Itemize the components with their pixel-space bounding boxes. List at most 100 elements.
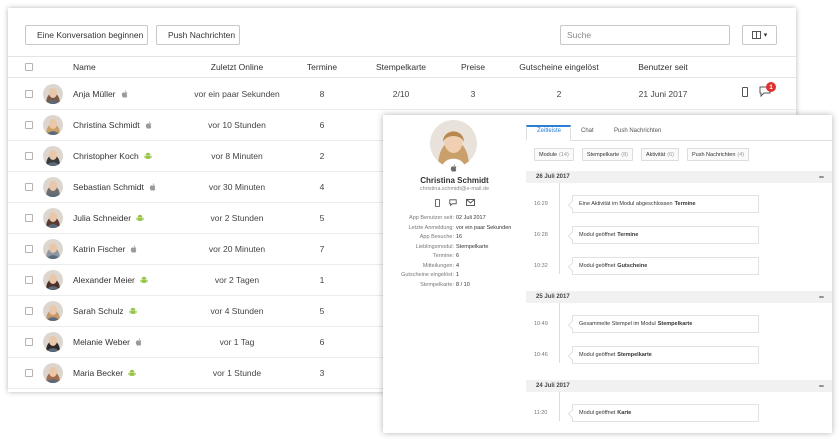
info-key: Lieblingsmodul: xyxy=(415,243,454,250)
timeline-day-header[interactable]: 25 Juli 2017 − xyxy=(526,291,832,303)
avatar xyxy=(43,301,63,321)
apple-icon xyxy=(450,164,457,172)
profile-info-list: App Benutzer seit: 02 Juli 2017 Letzte Anm… xyxy=(383,215,526,291)
profile-actions xyxy=(435,199,475,207)
filter-chip[interactable]: Push Nachrichten (4) xyxy=(686,148,750,161)
os-indicator xyxy=(128,369,136,379)
filter-count: (4) xyxy=(737,151,745,158)
collapse-icon[interactable]: − xyxy=(819,381,824,391)
os-indicator xyxy=(149,183,156,193)
profile-info-row: Letzte Anmeldung: vor ein paar Sekunden xyxy=(383,225,526,235)
header-user-since[interactable]: Benutzer seit xyxy=(638,62,688,72)
event-text: Modul geöffnet xyxy=(579,232,616,238)
last-online-cell: vor 2 Stunden xyxy=(210,213,264,223)
appointments-cell: 6 xyxy=(319,337,325,347)
tab-chat[interactable]: Chat xyxy=(581,128,594,134)
last-online-cell: vor 20 Minuten xyxy=(208,244,266,254)
event-module: Termine xyxy=(617,232,639,238)
collapse-icon[interactable]: − xyxy=(819,172,824,182)
user-name-cell[interactable]: Anja Müller xyxy=(73,89,128,100)
profile-info-row: App Benutzer seit: 02 Juli 2017 xyxy=(383,215,526,225)
event-module: Stempelkarte xyxy=(617,352,652,358)
start-conversation-button[interactable]: Eine Konversation beginnen xyxy=(25,25,148,45)
user-name[interactable]: Christina Schmidt xyxy=(73,120,140,130)
phone-icon[interactable] xyxy=(435,199,440,207)
user-name[interactable]: Katrin Fischer xyxy=(73,244,125,254)
row-checkbox[interactable] xyxy=(25,276,33,284)
appointments-cell: 1 xyxy=(319,275,325,285)
appointments-cell: 8 xyxy=(319,89,325,99)
user-name-cell[interactable]: Sebastian Schmidt xyxy=(73,182,156,193)
collapse-icon[interactable]: − xyxy=(819,292,824,302)
timeline-filters: Module (14) Stempelkarte (8) Aktivität (6) Pus… xyxy=(534,148,750,161)
event-text: Gesammelte Stempel im Modul xyxy=(579,321,656,327)
user-name-cell[interactable]: Katrin Fischer xyxy=(73,244,137,255)
row-checkbox[interactable] xyxy=(25,121,33,129)
os-indicator xyxy=(140,276,148,286)
info-key: App Benutzer seit: xyxy=(409,215,454,221)
filter-chip[interactable]: Module (14) xyxy=(534,148,574,161)
user-name[interactable]: Melanie Weber xyxy=(73,337,130,347)
table-row[interactable]: Anja Müller vor ein paar Sekunden 8 2/10 3 2 2… xyxy=(8,79,796,110)
mail-icon[interactable] xyxy=(466,199,475,206)
timeline-day-header[interactable]: 24 Juli 2017 − xyxy=(526,380,832,392)
header-stamp-card[interactable]: Stempelkarte xyxy=(376,62,426,72)
tab-push-messages[interactable]: Push Nachrichten xyxy=(614,128,661,134)
select-all-checkbox[interactable] xyxy=(25,63,33,71)
phone-icon[interactable] xyxy=(742,87,748,97)
appointments-cell: 7 xyxy=(319,244,325,254)
user-name-cell[interactable]: Christopher Koch xyxy=(73,151,152,162)
filter-chip[interactable]: Aktivität (6) xyxy=(640,148,679,161)
event-module: Gutscheine xyxy=(617,263,648,269)
info-key: App Besuche: xyxy=(419,234,454,240)
chat-bubble-icon[interactable] xyxy=(449,199,457,207)
user-name[interactable]: Sarah Schulz xyxy=(73,306,124,316)
avatar xyxy=(43,146,63,166)
apple-icon xyxy=(149,183,156,191)
row-checkbox[interactable] xyxy=(25,90,33,98)
column-toggle-button[interactable]: ▾ xyxy=(742,25,777,45)
row-checkbox[interactable] xyxy=(25,183,33,191)
user-name[interactable]: Anja Müller xyxy=(73,89,116,99)
user-name[interactable]: Maria Becker xyxy=(73,368,123,378)
user-name-cell[interactable]: Maria Becker xyxy=(73,368,136,379)
timeline-date: 24 Juli 2017 xyxy=(536,383,570,389)
tab-timeline[interactable]: Zeitleiste xyxy=(537,128,561,134)
row-checkbox[interactable] xyxy=(25,338,33,346)
user-name-cell[interactable]: Julia Schneider xyxy=(73,213,144,224)
user-name[interactable]: Alexander Meier xyxy=(73,275,135,285)
header-prizes[interactable]: Preise xyxy=(461,62,485,72)
user-name[interactable]: Sebastian Schmidt xyxy=(73,182,144,192)
user-name-cell[interactable]: Melanie Weber xyxy=(73,337,142,348)
header-vouchers[interactable]: Gutscheine eingelöst xyxy=(519,62,598,72)
filter-chip[interactable]: Stempelkarte (8) xyxy=(581,148,633,161)
header-last-online[interactable]: Zuletzt Online xyxy=(211,62,263,72)
profile-info-row: App Besuche: 16 xyxy=(383,234,526,244)
os-indicator xyxy=(130,245,137,255)
push-messages-button[interactable]: Push Nachrichten xyxy=(156,25,240,45)
timeline-day-header[interactable]: 26 Juli 2017 − xyxy=(526,171,832,183)
user-name[interactable]: Christopher Koch xyxy=(73,151,139,161)
row-checkbox[interactable] xyxy=(25,369,33,377)
info-key: Stempelkarte: xyxy=(420,281,454,288)
event-module: Stempelkarte xyxy=(657,321,693,327)
row-checkbox[interactable] xyxy=(25,152,33,160)
event-time: 16:28 xyxy=(534,232,548,238)
header-name[interactable]: Name xyxy=(73,62,96,72)
chevron-down-icon: ▾ xyxy=(763,32,768,39)
detail-tabs: Zeitleiste Chat Push Nachrichten xyxy=(526,125,832,141)
user-name-cell[interactable]: Sarah Schulz xyxy=(73,306,137,317)
user-name-cell[interactable]: Alexander Meier xyxy=(73,275,148,286)
row-checkbox[interactable] xyxy=(25,307,33,315)
os-indicator xyxy=(136,214,144,224)
user-since-cell: 21 Juni 2017 xyxy=(638,89,688,99)
user-name[interactable]: Julia Schneider xyxy=(73,213,131,223)
user-name-cell[interactable]: Christina Schmidt xyxy=(73,120,152,131)
appointments-cell: 2 xyxy=(319,151,325,161)
row-checkbox[interactable] xyxy=(25,245,33,253)
os-indicator xyxy=(121,90,128,100)
search-input[interactable]: Suche xyxy=(560,25,730,45)
header-appointments[interactable]: Termine xyxy=(307,62,337,72)
row-checkbox[interactable] xyxy=(25,214,33,222)
info-value: 16 xyxy=(456,234,463,240)
